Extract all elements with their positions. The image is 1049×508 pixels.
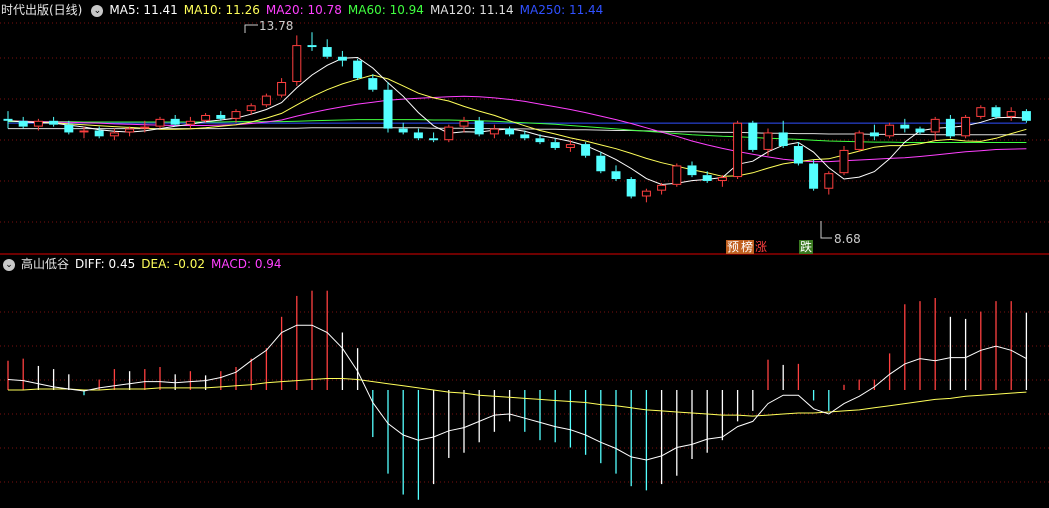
candle[interactable] — [778, 120, 788, 148]
candle[interactable] — [976, 105, 986, 119]
candle[interactable] — [429, 132, 439, 143]
candle[interactable] — [687, 161, 697, 178]
candle[interactable] — [368, 74, 378, 92]
legend-ma5: MA5: 11.41 — [109, 3, 178, 17]
candle[interactable] — [459, 116, 469, 133]
low-price-label: 8.68 — [834, 232, 861, 246]
candle[interactable] — [3, 111, 13, 129]
candle[interactable] — [885, 122, 895, 139]
candle[interactable] — [793, 142, 803, 166]
candle[interactable] — [596, 151, 606, 174]
candle[interactable] — [185, 116, 195, 129]
indicator-name: 高山低谷 — [21, 257, 70, 271]
collapse-icon[interactable]: ⌄ — [3, 258, 15, 271]
candle[interactable] — [961, 114, 971, 139]
candle[interactable] — [763, 128, 773, 156]
collapse-icon[interactable]: ⌄ — [91, 4, 104, 17]
candle[interactable] — [1021, 109, 1031, 123]
candle[interactable] — [277, 78, 287, 98]
candle[interactable] — [672, 163, 682, 187]
candle[interactable] — [322, 39, 332, 59]
candle[interactable] — [1006, 107, 1016, 121]
candle[interactable] — [337, 50, 347, 67]
candle[interactable] — [626, 177, 636, 199]
candle[interactable] — [307, 32, 317, 51]
candle[interactable] — [748, 120, 758, 152]
candle[interactable] — [489, 124, 499, 139]
candle[interactable] — [581, 142, 591, 158]
candle[interactable] — [49, 116, 59, 127]
candle[interactable] — [353, 58, 363, 81]
dea-line — [8, 378, 1027, 417]
candle[interactable] — [170, 114, 180, 127]
legend-ma10: MA10: 11.26 — [183, 3, 260, 17]
indicator-panel-header: ⌄ 高山低谷 DIFF: 0.45 DEA: -0.02 MACD: 0.94 — [0, 255, 294, 273]
candle[interactable] — [18, 116, 28, 129]
limit-down-tag[interactable]: 跌 — [799, 240, 814, 254]
forecast-tag[interactable]: 预 — [726, 240, 741, 254]
chart-canvas[interactable]: 13.78 8.68 — [0, 0, 1049, 508]
ma-legend: MA5: 11.41 MA10: 11.26 MA20: 10.78 MA60: 10… — [109, 3, 609, 17]
legend-ma20: MA20: 10.78 — [265, 3, 342, 17]
macd-legend: DIFF: 0.45 DEA: -0.02 MACD: 0.94 — [75, 257, 288, 271]
candle[interactable] — [839, 146, 849, 176]
ranking-tag[interactable]: 榜 — [740, 240, 755, 254]
candle[interactable] — [930, 116, 940, 141]
legend-ma120: MA120: 11.14 — [429, 3, 514, 17]
kline-chart-window[interactable]: 13.78 8.68 时代出版(日线) ⌄ MA5: 11.41 MA10: 11.2… — [0, 0, 1049, 508]
diff-line — [7, 324, 1027, 461]
candle[interactable] — [641, 188, 651, 203]
candle[interactable] — [383, 81, 393, 133]
limit-up-tag[interactable]: 涨 — [754, 240, 768, 254]
high-price-label: 13.78 — [259, 19, 293, 33]
diff-dea-lines — [7, 324, 1027, 461]
legend-ma250: MA250: 11.44 — [519, 3, 604, 17]
candle[interactable] — [505, 126, 515, 137]
legend-ma60: MA60: 10.94 — [347, 3, 424, 17]
legend-macd: MACD: 0.94 — [210, 257, 282, 271]
candle[interactable] — [398, 122, 408, 135]
macd-bars — [7, 290, 1028, 500]
candle[interactable] — [611, 165, 621, 181]
candle[interactable] — [854, 130, 864, 152]
candle[interactable] — [900, 118, 910, 133]
candle[interactable] — [869, 124, 879, 141]
legend-dea: DEA: -0.02 — [141, 257, 205, 271]
candle[interactable] — [155, 116, 165, 129]
candle[interactable] — [991, 105, 1001, 119]
candle[interactable] — [444, 124, 454, 143]
candle[interactable] — [292, 35, 302, 86]
candle[interactable] — [945, 114, 955, 139]
legend-diff: DIFF: 0.45 — [75, 257, 136, 271]
candle[interactable] — [824, 171, 834, 195]
candle[interactable] — [231, 109, 241, 123]
candle[interactable] — [733, 120, 743, 180]
candle[interactable] — [413, 128, 423, 141]
candle[interactable] — [261, 93, 271, 108]
candle[interactable] — [717, 175, 727, 187]
price-panel-header: 时代出版(日线) ⌄ MA5: 11.41 MA10: 11.26 MA20: 10.7… — [0, 1, 615, 19]
candle[interactable] — [109, 128, 119, 141]
candle[interactable] — [125, 126, 135, 137]
high-marker-arrow — [244, 24, 258, 33]
candle[interactable] — [474, 116, 484, 137]
low-marker-arrow — [820, 221, 832, 239]
candle[interactable] — [809, 159, 819, 191]
stock-name: 时代出版(日线) — [1, 3, 83, 17]
